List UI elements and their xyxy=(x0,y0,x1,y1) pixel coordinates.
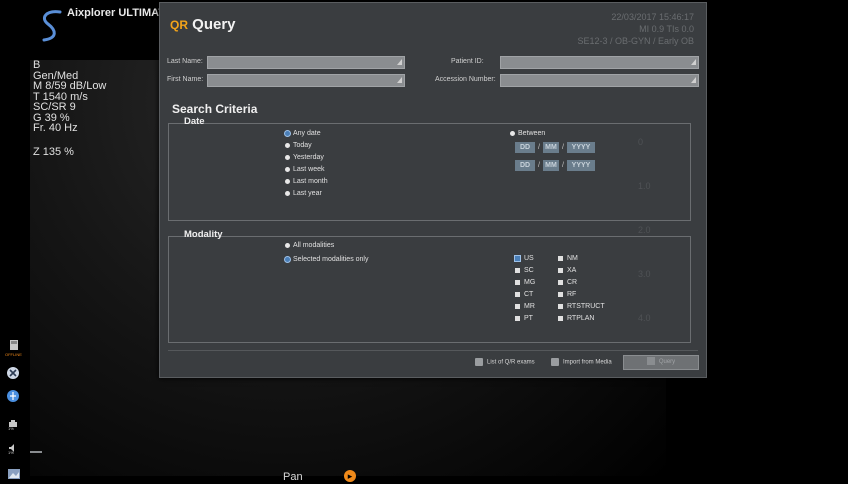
modality-checkbox-nm[interactable]: NM xyxy=(558,255,578,262)
offline-label: OFFLINE xyxy=(5,352,22,357)
modality-group xyxy=(168,236,691,343)
probe-preset: SE12-3 / OB-GYN / Early OB xyxy=(577,36,694,46)
modality-checkbox-mg[interactable]: MG xyxy=(515,279,535,286)
imaging-parameters: B Gen/Med M 8/59 dB/Low T 1540 m/s SC/SR… xyxy=(33,60,106,134)
date-group-title: Date xyxy=(184,116,205,127)
speaker-icon[interactable] xyxy=(8,440,18,458)
sonobook-icon[interactable] xyxy=(8,338,20,352)
import-icon xyxy=(551,358,559,366)
datetime: 22/03/2017 15:46:17 xyxy=(611,12,694,22)
date-group xyxy=(168,123,691,221)
date-option-last-month[interactable]: Last month xyxy=(285,178,328,185)
list-qr-exams-button[interactable]: List of Q/R exams xyxy=(475,358,535,366)
mode-label: B xyxy=(33,59,41,71)
last-name-label: Last Name: xyxy=(167,58,203,65)
date-option-any[interactable]: Any date xyxy=(285,130,321,137)
modality-checkbox-rtplan[interactable]: RTPLAN xyxy=(558,315,595,322)
printer-status: 1% xyxy=(8,426,14,431)
modality-checkbox-rtstruct[interactable]: RTSTRUCT xyxy=(558,303,605,310)
dialog-title: QR Query xyxy=(170,16,236,33)
patient-id-label: Patient ID: xyxy=(451,58,484,65)
printer-icon[interactable] xyxy=(8,416,18,434)
zoom-readout: Z 135 % xyxy=(33,146,74,158)
date-option-yesterday[interactable]: Yesterday xyxy=(285,154,324,161)
query-button[interactable]: Query xyxy=(623,355,699,370)
supersonic-logo xyxy=(42,10,62,42)
from-year-field[interactable]: YYYY xyxy=(567,142,595,153)
date-separator: / xyxy=(562,162,564,169)
query-retrieve-icon: QR xyxy=(170,18,188,32)
last-name-field[interactable] xyxy=(207,56,405,69)
usb-icon[interactable] xyxy=(6,389,20,408)
image-icon[interactable] xyxy=(8,466,20,484)
depth-scale-mark: 2.0 xyxy=(638,225,651,235)
modality-option-all[interactable]: All modalities xyxy=(285,242,334,249)
param-line: M 8/59 dB/Low xyxy=(33,80,107,92)
modality-checkbox-cr[interactable]: CR xyxy=(558,279,577,286)
modality-checkbox-pt[interactable]: PT xyxy=(515,315,533,322)
param-line: Fr. 40 Hz xyxy=(33,122,78,134)
pan-label: Pan xyxy=(283,471,303,483)
from-day-field[interactable]: DD xyxy=(515,142,535,153)
pan-arrow-icon[interactable]: ▸ xyxy=(344,470,356,482)
to-year-field[interactable]: YYYY xyxy=(567,160,595,171)
dialog-title-text: Query xyxy=(192,16,236,33)
import-from-media-button[interactable]: Import from Media xyxy=(551,358,612,366)
volume-indicator xyxy=(30,451,42,453)
date-option-last-week[interactable]: Last week xyxy=(285,166,325,173)
modality-group-title: Modality xyxy=(184,229,223,240)
first-name-field[interactable] xyxy=(207,74,405,87)
modality-checkbox-us[interactable]: US xyxy=(515,255,534,262)
param-line: SC/SR 9 xyxy=(33,101,76,113)
search-criteria-heading: Search Criteria xyxy=(172,102,258,116)
speaker-status: 1% xyxy=(8,450,14,455)
date-separator: / xyxy=(562,144,564,151)
patient-id-field[interactable] xyxy=(500,56,699,69)
modality-checkbox-rf[interactable]: RF xyxy=(558,291,576,298)
from-month-field[interactable]: MM xyxy=(543,142,559,153)
query-icon xyxy=(646,357,655,366)
modality-checkbox-mr[interactable]: MR xyxy=(515,303,535,310)
accession-label: Accession Number: xyxy=(435,76,496,83)
date-option-today[interactable]: Today xyxy=(285,142,312,149)
accession-field[interactable] xyxy=(500,74,699,87)
modality-option-selected[interactable]: Selected modalities only xyxy=(285,256,369,263)
to-month-field[interactable]: MM xyxy=(543,160,559,171)
mi-tis: MI 0.9 TIs 0.0 xyxy=(639,24,694,34)
date-separator: / xyxy=(538,144,540,151)
date-separator: / xyxy=(538,162,540,169)
date-option-last-year[interactable]: Last year xyxy=(285,190,322,197)
to-day-field[interactable]: DD xyxy=(515,160,535,171)
modality-checkbox-xa[interactable]: XA xyxy=(558,267,576,274)
query-dialog: QR Query 22/03/2017 15:46:17 MI 0.9 TIs … xyxy=(159,2,707,378)
footer-divider xyxy=(168,350,698,351)
date-option-between[interactable]: Between xyxy=(510,130,545,137)
app-title: Aixplorer ULTIMATE xyxy=(67,7,173,19)
first-name-label: First Name: xyxy=(167,76,204,83)
list-icon xyxy=(475,358,483,366)
header-status: 22/03/2017 15:46:17 MI 0.9 TIs 0.0 SE12-… xyxy=(577,11,694,47)
modality-checkbox-ct[interactable]: CT xyxy=(515,291,533,298)
modality-checkbox-sc[interactable]: SC xyxy=(515,267,534,274)
close-circle-icon[interactable] xyxy=(6,366,20,385)
